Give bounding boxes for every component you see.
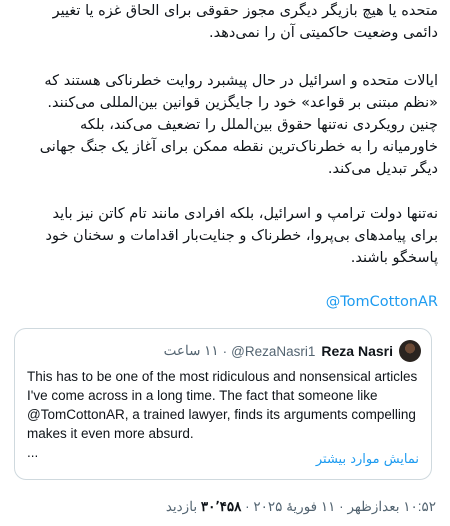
separator-dot: ·	[245, 499, 250, 514]
show-more-link[interactable]: نمایش موارد بیشتر	[316, 452, 419, 467]
quoted-tweet-time[interactable]: ۱۱ ساعت	[164, 343, 219, 359]
quoted-tweet-text: This has to be one of the most ridiculou…	[27, 369, 418, 441]
tweet-date[interactable]: ۱۱ فوریهٔ ۲۰۲۵	[253, 499, 335, 514]
quoted-author-name[interactable]: Reza Nasri	[321, 343, 393, 359]
tweet-paragraph-1: متحده یا هیچ بازیگر دیگری مجوز حقوقی برا…	[52, 3, 438, 41]
separator-dot: ·	[222, 343, 228, 359]
tweet-meta: ۱۰:۵۲ بعدازظهر · ۱۱ فوریهٔ ۲۰۲۵ · ۳۰٬۴۵۸…	[14, 499, 436, 515]
mention-link[interactable]: @TomCottonAR	[22, 294, 438, 310]
tweet: متحده یا هیچ بازیگر دیگری مجوز حقوقی برا…	[0, 0, 450, 526]
tweet-paragraph-3: نه‌تنها دولت ترامپ و اسرائیل، بلکه افراد…	[45, 206, 438, 266]
separator-dot: ·	[339, 499, 344, 514]
quoted-tweet[interactable]: Reza Nasri @RezaNasri1 · ۱۱ ساعت This ha…	[14, 328, 432, 480]
quoted-tweet-header: Reza Nasri @RezaNasri1 · ۱۱ ساعت	[25, 339, 421, 363]
quoted-tweet-text-container: This has to be one of the most ridiculou…	[27, 367, 423, 462]
tweet-time[interactable]: ۱۰:۵۲ بعدازظهر	[347, 499, 436, 514]
avatar[interactable]	[399, 340, 421, 362]
views-label: بازدید	[165, 499, 198, 514]
tweet-paragraph-2: ایالات متحده و اسرائیل در حال پیشبرد روا…	[39, 73, 438, 177]
quoted-author-handle[interactable]: @RezaNasri1	[231, 344, 315, 359]
views-count: ۳۰٬۴۵۸	[200, 499, 242, 514]
